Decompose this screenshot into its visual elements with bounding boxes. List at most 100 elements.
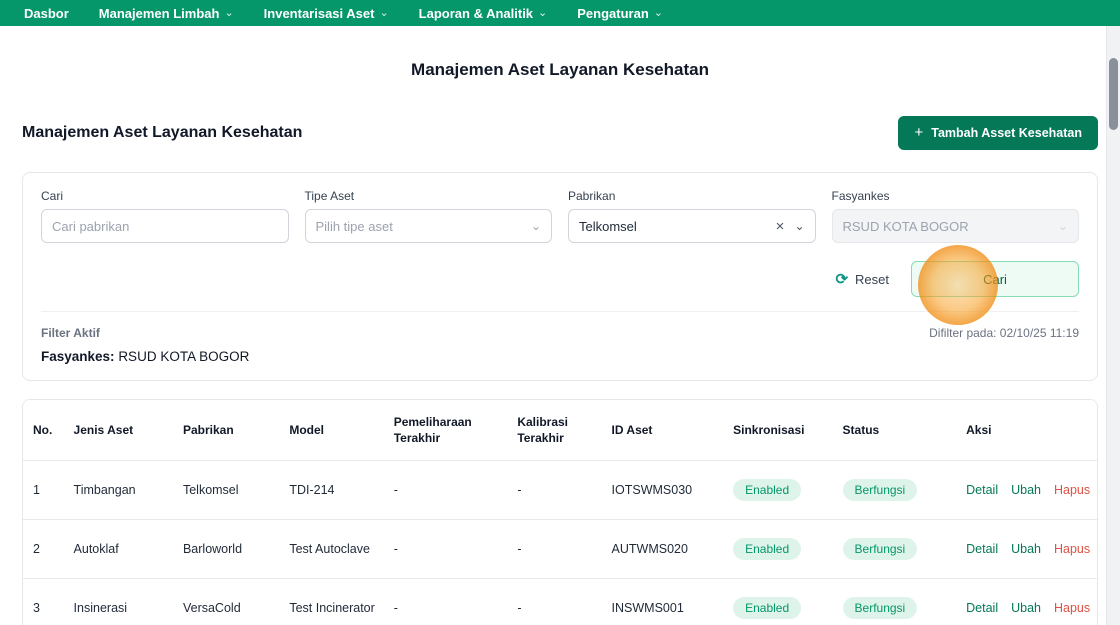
clear-icon[interactable]: × — [776, 219, 785, 234]
column-header-kalibrasi-terakhir: Kalibrasi Terakhir — [509, 400, 604, 461]
edit-link[interactable]: Ubah — [1011, 483, 1041, 497]
asset-table-card: No. Jenis Aset Pabrikan Model Pemeliharaan T… — [22, 399, 1098, 625]
status-badge: Berfungsi — [842, 597, 918, 620]
cell-id-aset: AUTWMS020 — [603, 519, 726, 579]
chevron-down-icon: ⌄ — [224, 6, 234, 19]
detail-link[interactable]: Detail — [966, 483, 998, 497]
nav-item-laporan-analitik[interactable]: Laporan & Analitik ⌄ — [419, 6, 548, 21]
facility-select-value: RSUD KOTA BOGOR — [842, 218, 969, 234]
cell-kalibrasi-terakhir: - — [509, 578, 604, 625]
cell-jenis-aset: Autoklaf — [65, 519, 175, 579]
column-header-pemeliharaan-terakhir: Pemeliharaan Terakhir — [385, 400, 510, 461]
cell-pemeliharaan-terakhir: - — [385, 519, 510, 579]
asset-type-label: Tipe Aset — [304, 189, 355, 203]
reset-button[interactable]: ⟳ Reset — [835, 270, 889, 288]
filter-footer: Filter Aktif Fasyankes: RSUD KOTA BOGOR … — [41, 311, 1079, 364]
search-input-wrapper — [41, 209, 289, 243]
manufacturer-select-value: Telkomsel — [579, 218, 637, 234]
cell-aksi: Detail Ubah Hapus — [958, 519, 1097, 579]
reset-button-label: Reset — [855, 271, 889, 287]
cell-sinkronisasi: Enabled — [725, 519, 835, 579]
facility-label: Fasyankes — [831, 189, 890, 203]
cell-jenis-aset: Timbangan — [65, 460, 175, 520]
table-header-row: No. Jenis Aset Pabrikan Model Pemeliharaan T… — [23, 400, 1097, 461]
asset-type-select[interactable]: Pilih tipe aset ⌄ — [304, 209, 552, 243]
nav-item-label: Pengaturan — [577, 5, 649, 21]
search-label: Cari — [41, 189, 64, 203]
column-header-id-aset: ID Aset — [603, 400, 726, 461]
chevron-down-icon: ⌄ — [538, 6, 548, 19]
edit-link[interactable]: Ubah — [1011, 601, 1041, 615]
add-asset-button-label: Tambah Asset Kesehatan — [931, 126, 1082, 140]
filter-actions: ⟳ Reset Cari — [41, 261, 1079, 297]
sync-badge: Enabled — [733, 479, 802, 502]
cell-pabrikan: Telkomsel — [174, 460, 282, 520]
nav-item-label: Laporan & Analitik — [418, 5, 534, 21]
column-header-no: No. — [23, 400, 66, 461]
detail-link[interactable]: Detail — [966, 601, 998, 615]
top-navbar: Dasbor Manajemen Limbah ⌄ Inventarisasi Ase… — [0, 0, 1120, 26]
edit-link[interactable]: Ubah — [1011, 542, 1041, 556]
filtered-at-text: Difilter pada: 02/10/25 11:19 — [929, 326, 1079, 340]
table-row: 1 Timbangan Telkomsel TDI-214- - IOTSWMS030 En… — [23, 460, 1097, 520]
search-field-group: Cari — [41, 189, 289, 243]
chevron-down-icon: ⌄ — [653, 6, 663, 19]
page-title: Manajemen Aset Layanan Kesehatan — [411, 60, 709, 79]
manufacturer-select[interactable]: Telkomsel × ⌄ — [568, 209, 816, 243]
status-badge: Berfungsi — [842, 479, 918, 502]
nav-item-manajemen-limbah[interactable]: Manajemen Limbah ⌄ — [99, 6, 234, 21]
nav-item-inventarisasi-aset[interactable]: Inventarisasi Aset ⌄ — [264, 6, 389, 21]
cell-pabrikan: Barloworld — [174, 519, 282, 579]
cell-status: Berfungsi — [834, 578, 959, 625]
cell-status: Berfungsi — [834, 519, 959, 579]
nav-items: Dasbor Manajemen Limbah ⌄ Inventarisasi Ase… — [24, 6, 663, 21]
column-header-jenis-aset: Jenis Aset — [65, 400, 175, 461]
status-badge: Berfungsi — [842, 538, 918, 561]
manufacturer-label: Pabrikan — [568, 189, 616, 203]
delete-link[interactable]: Hapus — [1054, 483, 1090, 497]
scrollbar-thumb[interactable] — [1109, 58, 1118, 130]
delete-link[interactable]: Hapus — [1054, 601, 1090, 615]
cell-model: TDI-214 — [281, 460, 386, 520]
cell-pemeliharaan-terakhir: - — [385, 578, 510, 625]
active-filter-line: Fasyankes: RSUD KOTA BOGOR — [41, 349, 249, 364]
cell-model: Test Incinerator — [281, 578, 386, 625]
asset-table: No. Jenis Aset Pabrikan Model Pemeliharaan T… — [23, 400, 1097, 625]
nav-item-pengaturan[interactable]: Pengaturan ⌄ — [577, 6, 663, 21]
manufacturer-field-group: Pabrikan Telkomsel × ⌄ — [568, 189, 816, 243]
cell-status: Berfungsi — [834, 460, 959, 520]
section-title: Manajemen Aset Layanan Kesehatan — [22, 124, 303, 141]
facility-field-group: Fasyankes RSUD KOTA BOGOR ⌄ — [831, 189, 1079, 243]
delete-link[interactable]: Hapus — [1054, 542, 1090, 556]
column-header-aksi: Aksi — [958, 400, 1097, 461]
section-header: Manajemen Aset Layanan Kesehatan + Tamba… — [22, 116, 1098, 150]
cell-pemeliharaan-terakhir: - — [385, 460, 510, 520]
cell-kalibrasi-terakhir: - — [509, 519, 604, 579]
column-header-model: Model — [281, 400, 386, 461]
active-filter-key: Fasyankes: — [41, 349, 115, 364]
sync-badge: Enabled — [733, 538, 802, 561]
active-filter-block: Filter Aktif Fasyankes: RSUD KOTA BOGOR — [41, 326, 249, 364]
cell-sinkronisasi: Enabled — [725, 578, 835, 625]
table-row: 3 Insinerasi VersaCold Test Incinerator - - IN… — [23, 578, 1097, 625]
cari-button[interactable]: Cari — [911, 261, 1079, 297]
cell-model: Test Autoclave — [281, 519, 386, 579]
add-asset-button[interactable]: + Tambah Asset Kesehatan — [898, 116, 1098, 150]
active-filter-label: Filter Aktif — [41, 326, 100, 340]
cell-no: 1 — [23, 460, 66, 520]
refresh-icon: ⟳ — [835, 271, 849, 288]
nav-item-dasbor[interactable]: Dasbor — [24, 6, 69, 21]
chevron-down-icon: ⌄ — [794, 219, 805, 233]
detail-link[interactable]: Detail — [966, 542, 998, 556]
cell-id-aset: IOTSWMS030 — [603, 460, 726, 520]
facility-select: RSUD KOTA BOGOR ⌄ — [831, 209, 1079, 243]
cell-kalibrasi-terakhir: - — [509, 460, 604, 520]
active-filter-value: RSUD KOTA BOGOR — [118, 349, 250, 364]
asset-type-select-value: Pilih tipe aset — [315, 218, 393, 234]
nav-item-label: Inventarisasi Aset — [263, 5, 375, 21]
plus-icon: + — [914, 123, 924, 141]
scrollbar-track[interactable] — [1106, 26, 1120, 625]
cell-aksi: Detail Ubah Hapus — [958, 460, 1097, 520]
table-row: 2 Autoklaf Barloworld Test Autoclave - - AUTWM… — [23, 519, 1097, 579]
search-input[interactable] — [52, 218, 278, 234]
